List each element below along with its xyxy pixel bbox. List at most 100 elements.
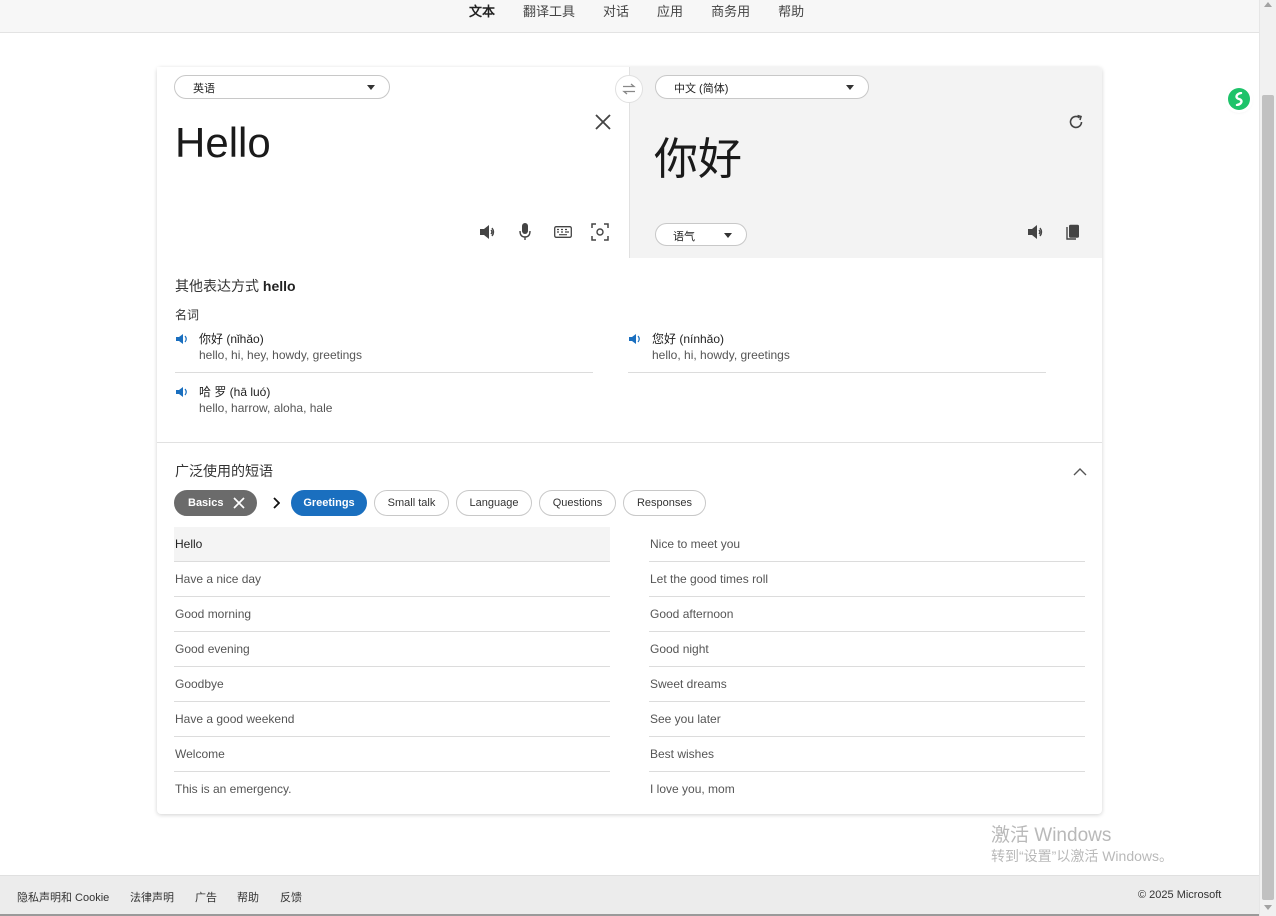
translation-area: 英语 Hello 中文 (简体) 你好 语气 bbox=[157, 67, 1102, 258]
chevron-down-icon bbox=[367, 85, 375, 90]
copy-icon bbox=[1066, 224, 1079, 240]
speaker-icon bbox=[629, 334, 640, 344]
nav-item-text[interactable]: 文本 bbox=[455, 2, 509, 20]
alternative-word: 哈 罗 (hā luó) bbox=[199, 385, 271, 399]
top-navigation: 文本 翻译工具 对话 应用 商务用 帮助 bbox=[0, 0, 1259, 33]
chevron-down-icon bbox=[846, 85, 854, 90]
nav-item-conversation[interactable]: 对话 bbox=[589, 2, 643, 20]
phrase-item[interactable]: Goodbye bbox=[174, 667, 610, 702]
chip-language[interactable]: Language bbox=[456, 490, 532, 516]
phrase-item[interactable]: Good night bbox=[649, 632, 1085, 667]
source-speaker-button[interactable] bbox=[476, 220, 500, 244]
footer-link-privacy[interactable]: 隐私声明和 Cookie bbox=[17, 889, 109, 905]
chip-responses[interactable]: Responses bbox=[623, 490, 706, 516]
chip-small-talk[interactable]: Small talk bbox=[374, 490, 449, 516]
footer-link-help[interactable]: 帮助 bbox=[237, 889, 259, 905]
source-language-label: 英语 bbox=[193, 83, 215, 95]
footer: 隐私声明和 Cookie 法律声明 广告 帮助 反馈 © 2025 Micros… bbox=[0, 875, 1259, 916]
chip-basics-label: Basics bbox=[188, 497, 224, 509]
speaker-icon bbox=[176, 387, 187, 397]
alternative-synonyms: hello, hi, howdy, greetings bbox=[652, 348, 790, 362]
keyboard-button[interactable] bbox=[551, 220, 575, 244]
chip-greetings[interactable]: Greetings bbox=[291, 490, 367, 516]
swap-languages-button[interactable] bbox=[615, 75, 643, 103]
target-language-select[interactable]: 中文 (简体) bbox=[655, 75, 869, 99]
target-language-label: 中文 (简体) bbox=[674, 83, 729, 95]
phrase-item[interactable]: Good afternoon bbox=[649, 597, 1085, 632]
close-icon bbox=[233, 497, 245, 509]
footer-link-feedback[interactable]: 反馈 bbox=[280, 889, 302, 905]
phrase-item[interactable]: Nice to meet you bbox=[649, 527, 1085, 562]
translation-output: 你好 bbox=[654, 135, 742, 184]
target-speaker-button[interactable] bbox=[1024, 220, 1048, 244]
phrase-item[interactable]: Let the good times roll bbox=[649, 562, 1085, 597]
nav-item-apps[interactable]: 应用 bbox=[643, 2, 697, 20]
alternative-word: 您好 (nínhǎo) bbox=[652, 332, 725, 346]
alternatives-title-word: hello bbox=[262, 278, 296, 294]
page-scrollbar[interactable] bbox=[1259, 0, 1276, 916]
close-icon bbox=[595, 114, 611, 130]
source-pane: 英语 Hello bbox=[157, 67, 629, 258]
scroll-down-icon[interactable] bbox=[1264, 905, 1272, 910]
phrase-item[interactable]: Good morning bbox=[174, 597, 610, 632]
chevron-right-icon bbox=[273, 497, 280, 509]
camera-translate-button[interactable] bbox=[588, 220, 612, 244]
phrase-item[interactable]: Have a nice day bbox=[174, 562, 610, 597]
target-pane: 中文 (简体) 你好 语气 bbox=[629, 67, 1102, 258]
alternative-word: 你好 (nǐhǎo) bbox=[199, 332, 264, 346]
retranslate-button[interactable] bbox=[1064, 110, 1088, 134]
phrase-item[interactable]: I love you, mom bbox=[649, 772, 1085, 807]
source-text-input[interactable]: Hello bbox=[175, 119, 271, 167]
nav-item-help[interactable]: 帮助 bbox=[764, 2, 818, 20]
alternative-synonyms: hello, harrow, aloha, hale bbox=[199, 401, 333, 415]
keyboard-icon bbox=[554, 226, 572, 238]
microphone-button[interactable] bbox=[513, 220, 537, 244]
source-language-select[interactable]: 英语 bbox=[174, 75, 390, 99]
extension-icon[interactable] bbox=[1228, 88, 1250, 110]
tone-label: 语气 bbox=[673, 231, 695, 243]
phrase-item[interactable]: This is an emergency. bbox=[174, 772, 610, 807]
alternative-item[interactable]: 你好 (nǐhǎo) hello, hi, hey, howdy, greeti… bbox=[175, 330, 593, 373]
chip-questions[interactable]: Questions bbox=[539, 490, 616, 516]
part-of-speech: 名词 bbox=[175, 308, 200, 322]
chevron-down-icon bbox=[724, 233, 732, 238]
phrase-item[interactable]: Have a good weekend bbox=[174, 702, 610, 737]
copy-button[interactable] bbox=[1061, 220, 1085, 244]
scrollbar-thumb[interactable] bbox=[1262, 95, 1274, 900]
alternatives-title: 其他表达方式 hello bbox=[175, 276, 296, 296]
activation-watermark-subtitle: 转到“设置”以激活 Windows。 bbox=[991, 848, 1174, 864]
speaker-icon bbox=[176, 334, 187, 344]
alternative-translations: 其他表达方式 hello 名词 你好 (nǐhǎo) hello, hi, he… bbox=[157, 258, 1102, 443]
swap-icon bbox=[622, 83, 636, 95]
nav-item-translator-tools[interactable]: 翻译工具 bbox=[509, 2, 589, 20]
top-nav-items: 文本 翻译工具 对话 应用 商务用 帮助 bbox=[455, 2, 818, 20]
phrase-item[interactable]: Good evening bbox=[174, 632, 610, 667]
phrase-item[interactable]: Hello bbox=[174, 527, 610, 562]
tone-select[interactable]: 语气 bbox=[655, 223, 747, 246]
translator-card: 英语 Hello 中文 (简体) 你好 语气 其他表达方式 hello 名词 你… bbox=[157, 67, 1102, 814]
speaker-icon bbox=[480, 225, 495, 239]
scan-icon bbox=[591, 223, 609, 241]
chip-basics[interactable]: Basics bbox=[174, 490, 257, 516]
chevron-up-icon bbox=[1073, 468, 1087, 476]
footer-link-legal[interactable]: 法律声明 bbox=[130, 889, 174, 905]
phrase-item[interactable]: See you later bbox=[649, 702, 1085, 737]
alternative-item[interactable]: 哈 罗 (hā luó) hello, harrow, aloha, hale bbox=[175, 383, 593, 423]
clear-button[interactable] bbox=[591, 110, 615, 134]
phrase-item[interactable]: Welcome bbox=[174, 737, 610, 772]
speaker-icon bbox=[1028, 225, 1043, 239]
scroll-up-icon[interactable] bbox=[1264, 2, 1272, 7]
phrase-item[interactable]: Sweet dreams bbox=[649, 667, 1085, 702]
alternative-synonyms: hello, hi, hey, howdy, greetings bbox=[199, 348, 362, 362]
nav-item-business[interactable]: 商务用 bbox=[697, 2, 764, 20]
alternative-item[interactable]: 您好 (nínhǎo) hello, hi, howdy, greetings bbox=[628, 330, 1046, 373]
phrase-item[interactable]: Best wishes bbox=[649, 737, 1085, 772]
phrases-title: 广泛使用的短语 bbox=[175, 463, 273, 479]
microphone-icon bbox=[519, 223, 531, 240]
collapse-phrases-button[interactable] bbox=[1068, 460, 1092, 484]
refresh-icon bbox=[1069, 114, 1083, 129]
common-phrases: 广泛使用的短语 Basics Greetings Small talk Lang… bbox=[157, 443, 1102, 814]
footer-link-ads[interactable]: 广告 bbox=[195, 889, 217, 905]
copyright: © 2025 Microsoft bbox=[1138, 889, 1222, 901]
alternatives-title-prefix: 其他表达方式 bbox=[175, 278, 259, 294]
